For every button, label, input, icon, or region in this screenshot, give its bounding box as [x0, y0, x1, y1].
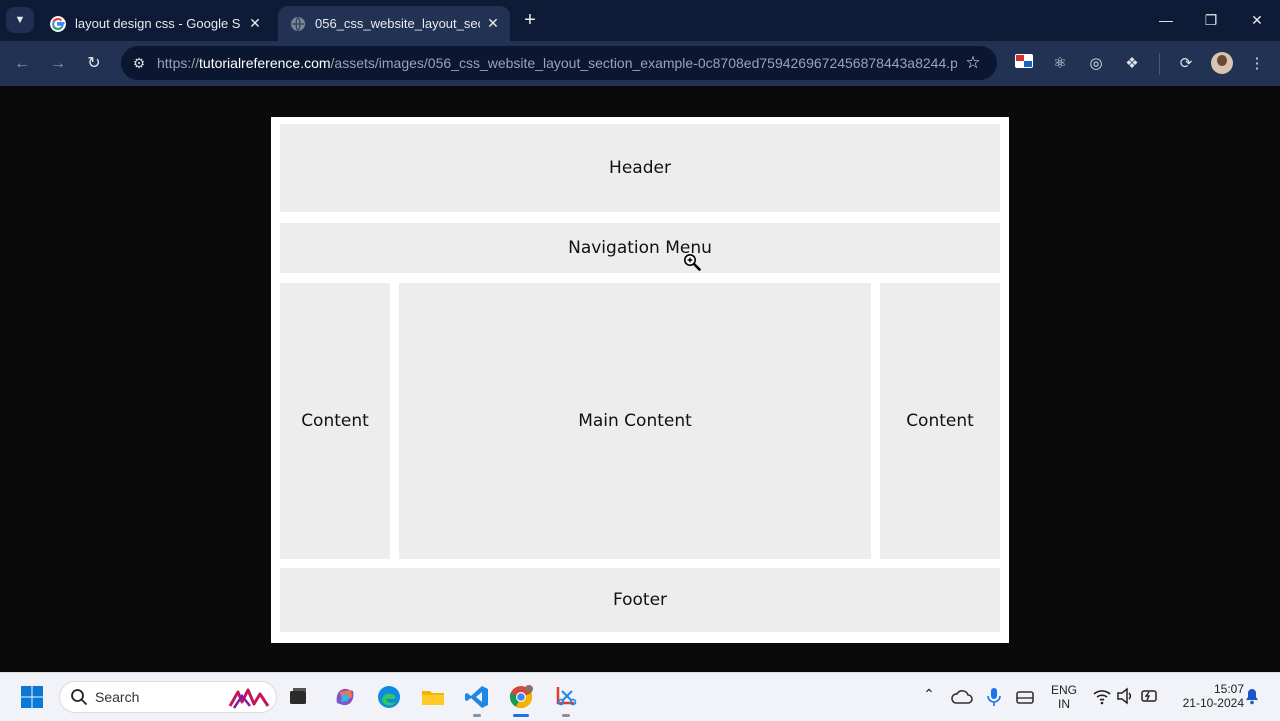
windows-start-icon[interactable] [18, 683, 46, 711]
address-bar[interactable]: ⚙ https://tutorialreference.com/assets/i… [121, 46, 997, 80]
reload-button[interactable]: ↻ [83, 53, 105, 75]
arrow-left-icon: ← [14, 55, 30, 72]
file-explorer-icon[interactable] [419, 683, 447, 711]
running-app-indicator [473, 714, 481, 717]
drive-icon[interactable] [1013, 685, 1037, 709]
forward-button[interactable]: → [47, 53, 69, 75]
taskbar-search[interactable]: Search [59, 681, 277, 713]
tab-strip: ▼ layout design css - Google Search ✕ 05… [0, 0, 1280, 41]
tab-title: layout design css - Google Search [75, 16, 240, 31]
close-icon: ✕ [1251, 12, 1263, 28]
minimize-button[interactable]: — [1155, 10, 1177, 30]
url-scheme: https:// [157, 55, 200, 71]
close-window-button[interactable]: ✕ [1246, 10, 1268, 30]
right-content-box: Content [880, 283, 1000, 559]
restore-button[interactable]: ❐ [1200, 10, 1222, 30]
copilot-icon[interactable] [331, 683, 359, 711]
main-content-box: Main Content [399, 283, 871, 559]
performance-icon[interactable]: ⟳ [1176, 54, 1196, 74]
extension-flag-icon[interactable] [1014, 54, 1034, 74]
show-hidden-icons-chevron-up-icon[interactable]: ⌃ [921, 687, 937, 701]
bookmark-star-icon[interactable]: ☆ [963, 53, 983, 73]
close-tab-icon[interactable]: ✕ [246, 14, 264, 32]
language-indicator[interactable]: ENG IN [1046, 683, 1082, 711]
flag-icon [1015, 54, 1033, 68]
layout-example-image[interactable]: Header Navigation Menu Content Main Cont… [271, 117, 1009, 643]
language-region: IN [1058, 697, 1070, 711]
plus-icon: + [524, 9, 536, 31]
react-devtools-icon[interactable]: ⚛ [1050, 54, 1070, 74]
chevron-down-icon: ▼ [14, 14, 26, 26]
site-info-icon[interactable]: ⚙ [129, 53, 149, 73]
volume-icon[interactable] [1115, 685, 1135, 707]
back-button[interactable]: ← [11, 53, 33, 75]
google-favicon-icon [50, 15, 66, 32]
search-highlight-icon [228, 688, 270, 709]
zoom-in-cursor-icon [684, 254, 701, 271]
footer-box: Footer [280, 568, 1000, 632]
windows-taskbar: Search ⌃ ENG IN 15:07 21-10-2024 [0, 672, 1280, 721]
extensions-puzzle-icon[interactable]: ❖ [1122, 54, 1142, 74]
page-viewport: Header Navigation Menu Content Main Cont… [0, 86, 1280, 672]
url-domain: tutorialreference.com [199, 55, 331, 71]
active-app-indicator [513, 714, 529, 717]
search-label: Search [95, 689, 140, 705]
left-content-box: Content [280, 283, 390, 559]
close-tab-icon[interactable]: ✕ [484, 14, 502, 32]
tab-title: 056_css_website_layout_section_example [315, 16, 480, 31]
task-view-icon[interactable] [284, 683, 312, 711]
chrome-icon[interactable] [507, 683, 535, 711]
profile-avatar[interactable] [1211, 52, 1233, 74]
wifi-icon[interactable] [1092, 685, 1112, 707]
reload-icon: ↻ [87, 55, 101, 72]
vscode-icon[interactable] [463, 683, 491, 711]
kebab-menu-icon[interactable]: ⋮ [1247, 54, 1267, 74]
minimize-icon: — [1159, 12, 1173, 28]
running-app-indicator [562, 714, 570, 717]
language-code: ENG [1050, 683, 1077, 697]
clock[interactable]: 15:07 21-10-2024 [1168, 682, 1244, 710]
url-text[interactable]: https://tutorialreference.com/assets/ima… [157, 55, 957, 71]
clock-date: 21-10-2024 [1182, 696, 1244, 710]
arrow-right-icon: → [50, 55, 66, 72]
target-extension-icon[interactable]: ◎ [1086, 54, 1106, 74]
browser-toolbar: ← → ↻ ⚙ https://tutorialreference.com/as… [0, 41, 1280, 86]
restore-icon: ❐ [1204, 12, 1218, 28]
header-box: Header [280, 124, 1000, 212]
snipping-tool-icon[interactable] [552, 683, 580, 711]
edge-browser-icon[interactable] [375, 683, 403, 711]
toolbar-divider [1159, 53, 1160, 75]
notification-bell-icon[interactable] [1243, 686, 1261, 706]
onedrive-cloud-icon[interactable] [950, 685, 974, 709]
tab-search-button[interactable]: ▼ [6, 7, 34, 33]
globe-favicon-icon [291, 16, 305, 31]
url-path: /assets/images/056_css_website_layout_se… [330, 55, 957, 71]
battery-charging-icon[interactable] [1139, 685, 1161, 707]
new-tab-button[interactable]: + [520, 10, 540, 30]
tab-google-search[interactable]: layout design css - Google Search ✕ [38, 6, 272, 41]
search-icon [71, 689, 88, 706]
clock-time: 15:07 [1213, 682, 1244, 696]
tab-layout-image[interactable]: 056_css_website_layout_section_example ✕ [278, 6, 510, 41]
navigation-box: Navigation Menu [280, 223, 1000, 273]
microphone-icon[interactable] [983, 685, 1005, 709]
